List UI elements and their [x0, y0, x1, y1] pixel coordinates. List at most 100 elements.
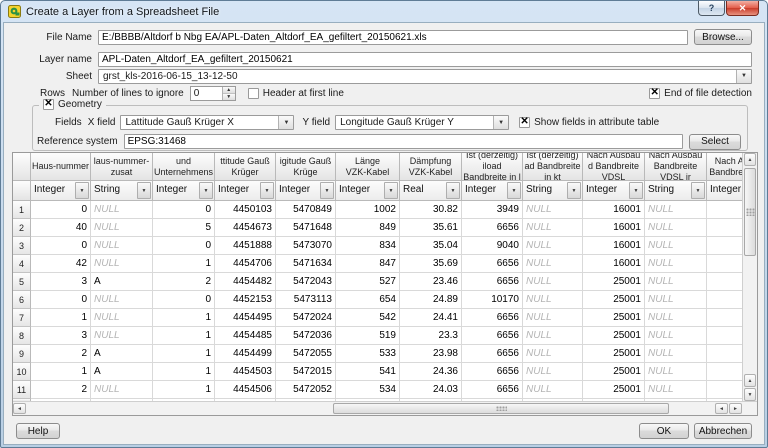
table-cell[interactable]: NULL	[523, 237, 583, 255]
table-cell[interactable]: 5472052	[276, 381, 336, 399]
table-cell[interactable]: 6656	[462, 363, 523, 381]
column-type-combo[interactable]: String ▼	[645, 181, 707, 201]
table-cell[interactable]: 6656	[462, 255, 523, 273]
table-cell[interactable]: 42	[31, 255, 91, 273]
column-header[interactable]: und Unternehmens	[153, 153, 215, 181]
scroll-left-button-2[interactable]: ◄	[715, 403, 728, 414]
table-cell[interactable]: 24.89	[400, 291, 462, 309]
table-cell[interactable]	[707, 255, 742, 273]
table-cell[interactable]: NULL	[91, 219, 153, 237]
table-cell[interactable]: NULL	[645, 273, 707, 291]
table-cell[interactable]: 4454506	[215, 381, 276, 399]
column-header[interactable]: laus-nummer-zusat	[91, 153, 153, 181]
table-cell[interactable]: 654	[336, 291, 400, 309]
table-cell[interactable]: 542	[336, 309, 400, 327]
table-cell[interactable]: 2	[31, 345, 91, 363]
table-cell[interactable]: 24.36	[400, 363, 462, 381]
table-cell[interactable]: NULL	[645, 309, 707, 327]
table-cell[interactable]: 16001	[583, 237, 645, 255]
table-cell[interactable]: 0	[31, 291, 91, 309]
table-cell[interactable]: 5473070	[276, 237, 336, 255]
lines-to-ignore-spinner[interactable]: 0 ▲ ▼	[189, 85, 236, 101]
table-cell[interactable]: 1002	[336, 201, 400, 219]
spin-up-icon[interactable]: ▲	[222, 86, 235, 94]
table-cell[interactable]	[707, 273, 742, 291]
column-type-combo[interactable]: Integer ▼	[462, 181, 523, 201]
horizontal-scroll-thumb[interactable]	[333, 403, 669, 414]
column-type-combo[interactable]: Integer ▼	[31, 181, 91, 201]
sheet-select[interactable]: grst_kls-2016-06-15_13-12-50 ▼	[98, 68, 752, 84]
table-cell[interactable]: NULL	[645, 291, 707, 309]
table-cell[interactable]: 0	[153, 237, 215, 255]
table-cell[interactable]: NULL	[523, 255, 583, 273]
table-cell[interactable]: NULL	[523, 309, 583, 327]
table-cell[interactable]: 35.04	[400, 237, 462, 255]
table-cell[interactable]: NULL	[523, 273, 583, 291]
table-cell[interactable]: NULL	[523, 327, 583, 345]
horizontal-scrollbar[interactable]: ◄ ◄ ►	[13, 401, 757, 415]
table-cell[interactable]: 2	[153, 273, 215, 291]
dropdown-icon[interactable]: ▼	[75, 182, 89, 199]
select-crs-button[interactable]: Select	[689, 133, 741, 150]
table-cell[interactable]: 25001	[583, 273, 645, 291]
table-cell[interactable]: NULL	[523, 291, 583, 309]
table-cell[interactable]: 4454673	[215, 219, 276, 237]
table-cell[interactable]: 40	[31, 219, 91, 237]
table-cell[interactable]: A	[91, 345, 153, 363]
column-header[interactable]: Nach Ausb Bandbreite W	[707, 153, 742, 181]
column-header[interactable]: igitude Gauß Krüge	[276, 153, 336, 181]
table-cell[interactable]: 23.3	[400, 327, 462, 345]
scroll-right-button[interactable]: ►	[729, 403, 742, 414]
table-cell[interactable]: NULL	[645, 255, 707, 273]
vertical-scrollbar[interactable]: ▲ ▲ ▼	[742, 153, 757, 401]
table-cell[interactable]	[707, 327, 742, 345]
row-header[interactable]: 1	[13, 201, 31, 219]
dropdown-icon[interactable]: ▼	[507, 182, 521, 199]
table-cell[interactable]: 25001	[583, 291, 645, 309]
column-type-combo[interactable]: Integer ▼	[215, 181, 276, 201]
row-header[interactable]: 6	[13, 291, 31, 309]
row-header[interactable]: 5	[13, 273, 31, 291]
column-type-combo[interactable]: Integer ▼	[153, 181, 215, 201]
table-cell[interactable]: NULL	[645, 327, 707, 345]
row-header[interactable]: 3	[13, 237, 31, 255]
dropdown-icon[interactable]: ▼	[320, 182, 334, 199]
table-cell[interactable]: 4454499	[215, 345, 276, 363]
table-cell[interactable]: 1	[31, 363, 91, 381]
table-cell[interactable]: NULL	[645, 201, 707, 219]
table-cell[interactable]: 5471648	[276, 219, 336, 237]
layer-name-input[interactable]	[98, 51, 752, 67]
table-cell[interactable]: 541	[336, 363, 400, 381]
table-cell[interactable]: 5472055	[276, 345, 336, 363]
table-cell[interactable]: 35.61	[400, 219, 462, 237]
table-cell[interactable]: 6656	[462, 327, 523, 345]
table-cell[interactable]: 5472024	[276, 309, 336, 327]
table-cell[interactable]: 25001	[583, 345, 645, 363]
cancel-button[interactable]: Abbrechen	[694, 423, 752, 439]
table-cell[interactable]: 5472043	[276, 273, 336, 291]
table-cell[interactable]: 527	[336, 273, 400, 291]
row-header[interactable]: 7	[13, 309, 31, 327]
column-header[interactable]: Länge VZK-Kabel	[336, 153, 400, 181]
table-cell[interactable]: A	[91, 273, 153, 291]
table-cell[interactable]: 6656	[462, 345, 523, 363]
table-cell[interactable]: 1	[153, 327, 215, 345]
table-cell[interactable]: 4454482	[215, 273, 276, 291]
table-cell[interactable]: 6656	[462, 273, 523, 291]
browse-button[interactable]: Browse...	[694, 29, 752, 45]
column-type-combo[interactable]: Real ▼	[400, 181, 462, 201]
row-header[interactable]: 10	[13, 363, 31, 381]
table-cell[interactable]: NULL	[645, 363, 707, 381]
y-field-select[interactable]: Longitude Gauß Krüger Y ▼	[335, 115, 510, 130]
table-cell[interactable]: NULL	[523, 201, 583, 219]
table-cell[interactable]	[707, 291, 742, 309]
column-header[interactable]: Ist (derzeitig) iload Bandbreite in l	[462, 153, 523, 181]
table-cell[interactable]: 1	[153, 255, 215, 273]
table-cell[interactable]: 4452153	[215, 291, 276, 309]
column-type-combo[interactable]: String ▼	[523, 181, 583, 201]
row-header[interactable]: 8	[13, 327, 31, 345]
table-cell[interactable]: NULL	[91, 291, 153, 309]
help-button[interactable]: Help	[16, 423, 60, 439]
table-cell[interactable]: NULL	[91, 237, 153, 255]
table-cell[interactable]: 25001	[583, 363, 645, 381]
